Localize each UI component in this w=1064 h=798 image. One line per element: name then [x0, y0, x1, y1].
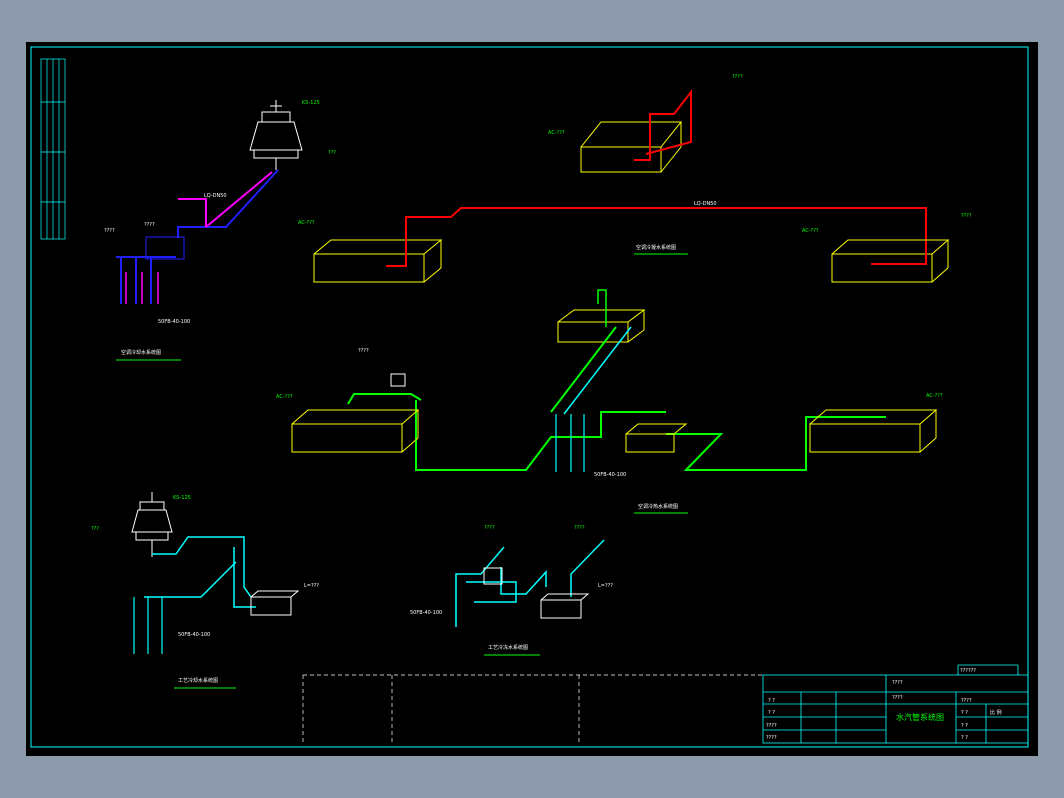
- drawing-sheet: KS-125 ??? LQ-DN50 ???? ???? 50FB-40-100…: [26, 42, 1038, 756]
- caption-process-water: 工艺冷冻水系统图: [488, 644, 528, 651]
- process-label-1: ????: [484, 525, 495, 531]
- title-block: [762, 664, 1029, 744]
- tank-box-left: [250, 590, 300, 616]
- condensate-label-right: ????: [961, 213, 972, 219]
- process-water-system: ???? ???? L=??? 50FB-40-100 工艺冷冻水系统图: [410, 525, 613, 656]
- pump-model-process: 50FB-40-100: [178, 632, 210, 638]
- pump-model-process-2: 50FB-40-100: [410, 610, 442, 616]
- tb-col-1: ????: [961, 698, 972, 704]
- cad-drawing: KS-125 ??? LQ-DN50 ???? ???? 50FB-40-100…: [30, 46, 1029, 748]
- tank-box-center: [540, 593, 590, 619]
- tank-label-center: L=???: [598, 583, 613, 589]
- revision-strip: [40, 58, 66, 240]
- tb-col-2: ? ?: [961, 710, 968, 716]
- cooling-tower-bottom: [131, 492, 173, 557]
- tb-col-3: ? ?: [961, 723, 968, 729]
- unit-box-left: [313, 239, 443, 283]
- pump-label-ac: ????: [104, 228, 115, 234]
- notes-area: [302, 674, 763, 742]
- caption-process-cooling: 工艺冷却水系统图: [178, 677, 218, 684]
- outer-frame: [30, 46, 1029, 748]
- ac-condensate-system: AC-??? ???? LQ-DN50 AC-??? AC-??? ???? 空…: [298, 74, 972, 283]
- unit-box-right: [831, 239, 950, 283]
- process-label-2: ????: [574, 525, 585, 531]
- valve-label-1: ???: [328, 150, 336, 156]
- caption-ac-water: 空调冷热水系统图: [638, 503, 678, 510]
- process-cooling-system: KS-125 ??? L=??? 50FB-40-100 工艺冷却水系统图: [91, 492, 319, 689]
- caption-ac-cooling: 空调冷却水系统图: [121, 349, 161, 356]
- unit-box-mid-left: [291, 409, 420, 453]
- tb-row-2: ? ?: [768, 710, 775, 716]
- tank-label-left: L=???: [304, 583, 319, 589]
- tb-right-1: ????: [892, 680, 903, 686]
- expansion-label: ????: [358, 348, 369, 354]
- tower-top-label: KS-125: [302, 100, 320, 106]
- valve-label-2: ???: [91, 526, 99, 532]
- tb-right-2: ????: [892, 695, 903, 701]
- tb-row-4: ????: [766, 735, 777, 741]
- unit-box-mid-top: [557, 309, 646, 343]
- tb-scale: 比 例: [990, 709, 1002, 716]
- tower-bottom-label: KS-125: [173, 495, 191, 501]
- ac-water-system: AC-??? AC-??? 50FB-40-100 ???? 空调冷热水系统图: [276, 289, 943, 514]
- unit-label-top: AC-???: [548, 130, 565, 136]
- ac-cooling-water-system: KS-125 ??? LQ-DN50 ???? ???? 50FB-40-100…: [104, 100, 336, 361]
- cooling-tower-top: [249, 100, 303, 170]
- unit-label-mid-left: AC-???: [276, 394, 293, 400]
- tb-row-1: ? ?: [768, 698, 775, 704]
- pipe-label-2: LQ-DN50: [694, 201, 717, 207]
- pump-model-mid: 50FB-40-100: [594, 472, 626, 478]
- unit-box-top: [580, 121, 683, 173]
- pump-note-ac: ????: [144, 222, 155, 228]
- tb-col-4: ? ?: [961, 735, 968, 741]
- tb-corner: ??????: [960, 668, 976, 674]
- pump-model-ac: 50FB-40-100: [158, 319, 190, 325]
- tb-row-3: ????: [766, 723, 777, 729]
- unit-label-mid-right: AC-???: [926, 393, 943, 399]
- unit-label-right: AC-???: [802, 228, 819, 234]
- condensate-label-top: ????: [732, 74, 743, 80]
- drawing-title: 水汽管系统图: [896, 712, 944, 722]
- caption-ac-condensate: 空调冷凝水系统图: [636, 244, 676, 251]
- pipe-label-1: LQ-DN50: [204, 193, 227, 199]
- unit-label-left: AC-???: [298, 220, 315, 226]
- pump-box-center: [625, 423, 688, 453]
